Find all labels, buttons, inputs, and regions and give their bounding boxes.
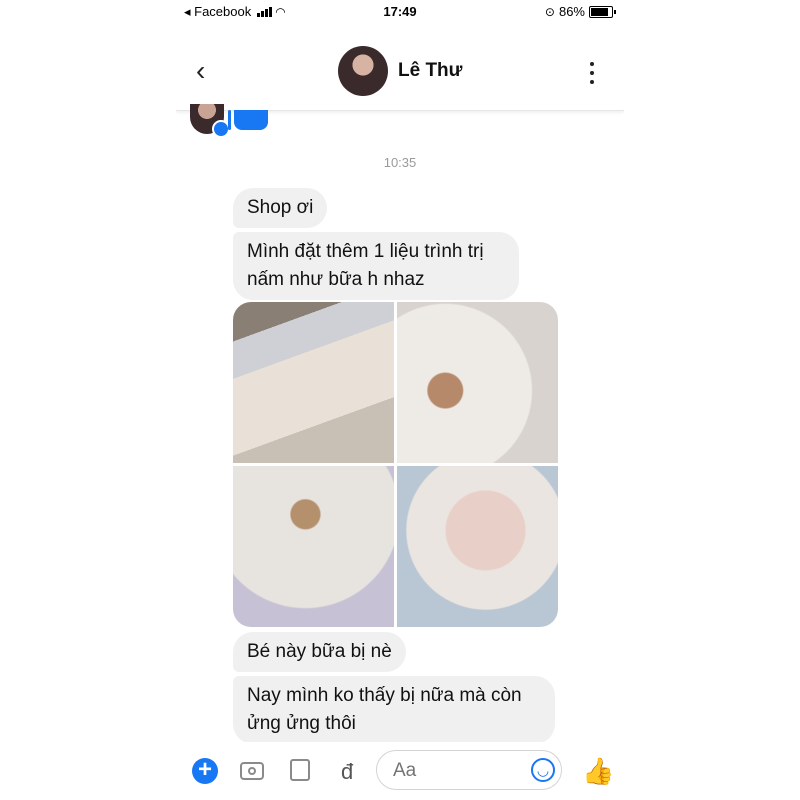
battery-percent: 86% [558, 4, 585, 19]
plus-icon[interactable]: + [192, 758, 218, 784]
incoming-message[interactable]: Nay mình ko thấy bị nữa mà còn ửng ửng t… [233, 676, 555, 744]
status-bar: ◂ Facebook ◠ 17:49 ⊙ 86% [176, 0, 624, 24]
photo-dog-1[interactable] [233, 302, 394, 463]
outgoing-message-partial [228, 110, 268, 130]
message-composer: + đ ◡ 👍 [176, 742, 624, 800]
more-options-icon[interactable] [590, 62, 596, 84]
contact-name[interactable]: Lê Thư [398, 60, 462, 82]
incoming-message[interactable]: Mình đặt thêm 1 liệu trình trị nấm như b… [233, 232, 519, 300]
photo-dog-3[interactable] [233, 466, 394, 627]
message-input-wrapper[interactable]: ◡ [376, 750, 562, 790]
battery-icon [589, 5, 613, 18]
orientation-lock-icon: ⊙ [544, 4, 555, 19]
photo-dog-2[interactable] [397, 302, 558, 463]
payment-icon[interactable]: đ [341, 759, 353, 785]
back-icon[interactable]: ‹ [196, 57, 220, 86]
gallery-icon[interactable] [290, 759, 310, 781]
incoming-message[interactable]: Bé này bữa bị nè [233, 632, 406, 672]
emoji-icon[interactable]: ◡ [531, 758, 555, 782]
messenger-screen: ◂ Facebook ◠ 17:49 ⊙ 86% ‹ Lê Thư 10:35 … [176, 0, 624, 800]
incoming-message[interactable]: Shop ơi [233, 188, 328, 228]
message-input[interactable] [391, 758, 525, 784]
camera-icon[interactable] [240, 762, 264, 780]
thumbs-up-icon[interactable]: 👍 [582, 756, 614, 787]
photo-grid [233, 302, 558, 627]
message-timestamp: 10:35 [383, 155, 417, 170]
contact-avatar[interactable] [338, 46, 388, 96]
photo-dog-4[interactable] [397, 466, 558, 627]
chat-header: ‹ Lê Thư [176, 36, 624, 111]
